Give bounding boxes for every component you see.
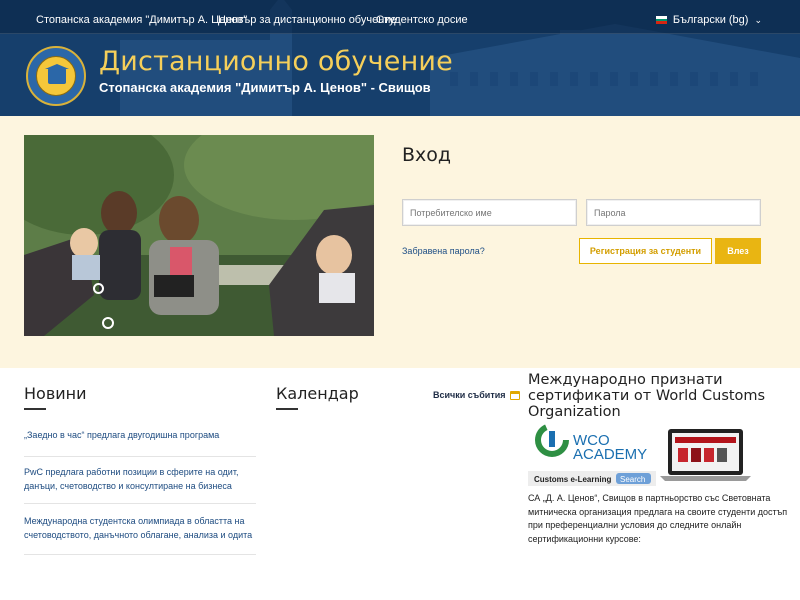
news-title-underline [24, 408, 46, 410]
calendar-icon [509, 390, 520, 400]
carousel-dot[interactable] [93, 283, 104, 294]
username-input[interactable] [402, 199, 577, 226]
language-selector[interactable]: Български (bg) ⌄ [655, 0, 762, 40]
hero-photo-illustration [24, 135, 374, 336]
all-events-link[interactable]: Всички събития [433, 390, 520, 400]
language-label: Български (bg) [672, 14, 749, 26]
calendar-title-underline [276, 408, 298, 410]
wco-academy-banner[interactable]: WCO ACADEMY Customs e-Learning Search [528, 423, 758, 486]
site-title: Дистанционно обучение [99, 46, 453, 77]
nav-link-academy[interactable]: Стопанска академия "Димитър А. Ценов" [36, 0, 247, 40]
news-item[interactable]: „Заедно в час“ предлага двугодишна прогр… [24, 424, 256, 457]
news-title: Новини [24, 384, 87, 403]
wco-search-label: Search [620, 475, 645, 484]
forgot-password-link[interactable]: Забравена парола? [402, 246, 485, 256]
wco-banner-graphic: WCO ACADEMY Customs e-Learning Search [528, 423, 758, 486]
site-header: Стопанска академия "Димитър А. Ценов" Це… [0, 0, 800, 116]
wco-title: Международно признати сертификати от Wor… [528, 372, 766, 420]
wco-brand-line2: ACADEMY [573, 446, 647, 463]
news-item[interactable]: Международна студентска олимпиада в обла… [24, 504, 256, 555]
nav-link-distance-center[interactable]: Център за дистанционно обучение [218, 0, 397, 40]
password-input[interactable] [586, 199, 761, 226]
news-item[interactable]: PwC предлага работни позиции в сферите н… [24, 457, 256, 504]
logo-building-icon [45, 64, 69, 84]
site-subtitle: Стопанска академия "Димитър А. Ценов" - … [99, 80, 431, 95]
news-list: „Заедно в час“ предлага двугодишна прогр… [24, 424, 256, 555]
bulgaria-flag-icon [655, 16, 667, 24]
wco-description: СА „Д. А. Ценов“, Свищов в партньорство … [528, 493, 788, 544]
academy-logo[interactable] [26, 46, 86, 106]
carousel-dot[interactable] [102, 317, 114, 329]
login-title: Вход [402, 144, 452, 166]
login-button[interactable]: Влез [715, 238, 761, 264]
all-events-label: Всички събития [433, 390, 506, 400]
wco-banner-caption: Customs e-Learning [534, 475, 611, 484]
nav-link-student-record[interactable]: Студентско досие [376, 0, 468, 40]
student-registration-button[interactable]: Регистрация за студенти [579, 238, 712, 264]
hero-photo [24, 135, 374, 336]
calendar-title: Календар [276, 384, 359, 403]
chevron-down-icon: ⌄ [754, 15, 762, 25]
top-navigation: Стопанска академия "Димитър А. Ценов" Це… [0, 0, 800, 34]
logo-emblem [36, 56, 76, 96]
